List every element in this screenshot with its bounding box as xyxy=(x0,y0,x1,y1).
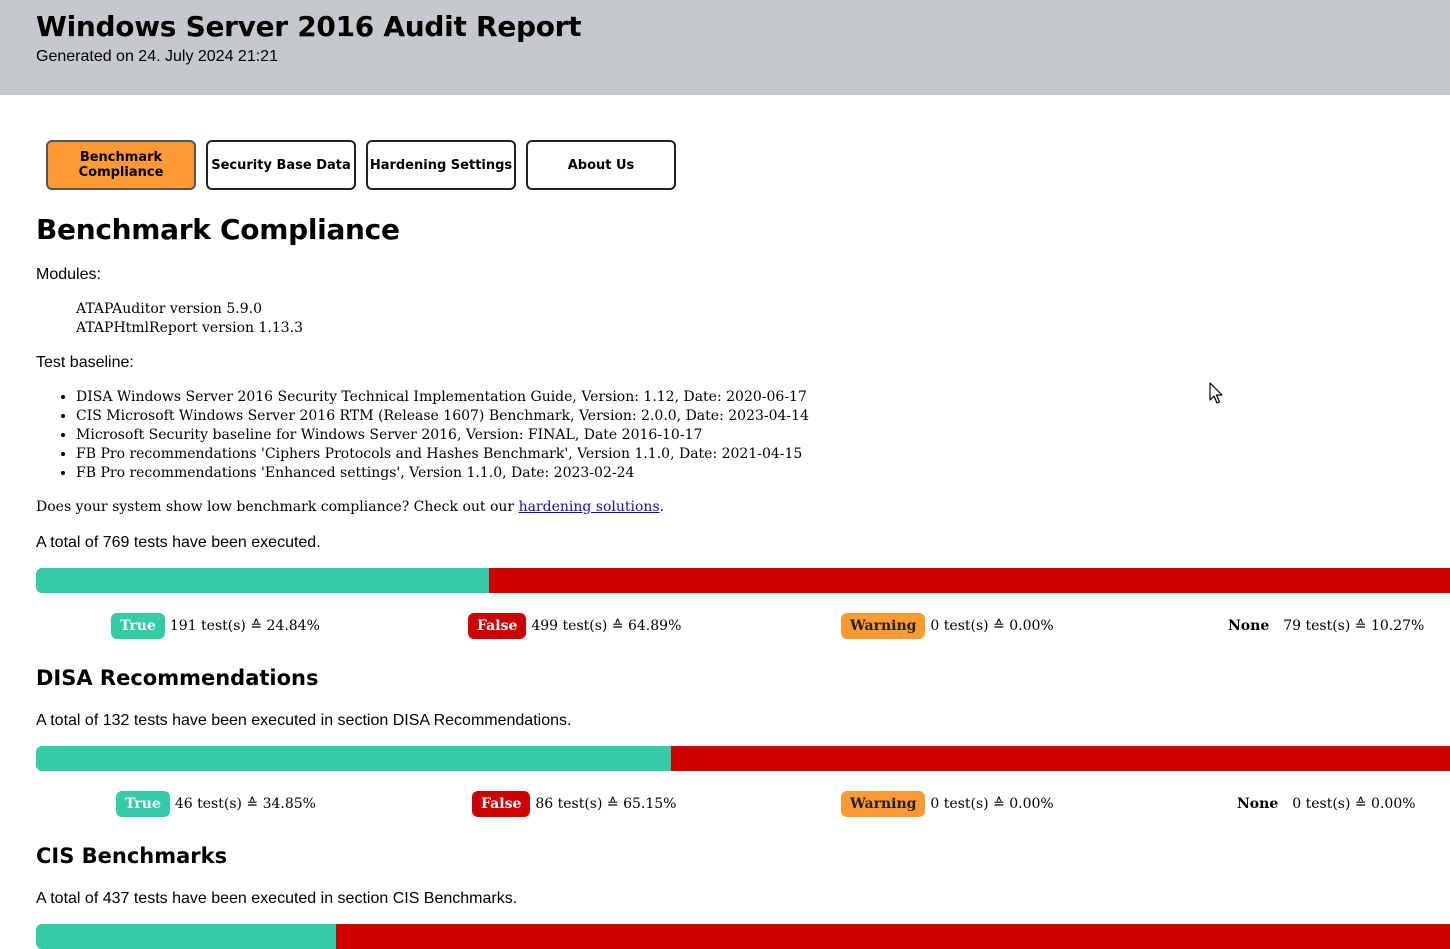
stat-value: 86 test(s) ≙ 65.15% xyxy=(535,796,677,812)
baseline-label: Test baseline: xyxy=(36,354,134,371)
baseline-item: DISA Windows Server 2016 Security Techni… xyxy=(76,388,809,407)
cis-total-text: A total of 437 tests have been executed … xyxy=(36,890,518,907)
stat-true: True 191 test(s) ≙ 24.84% xyxy=(111,613,320,639)
progress-true-segment xyxy=(36,924,337,949)
stat-none: None 79 test(s) ≙ 10.27% xyxy=(1219,613,1424,639)
module-item: ATAPAuditor version 5.9.0 xyxy=(76,301,262,317)
baseline-item: FB Pro recommendations 'Enhanced setting… xyxy=(76,464,809,483)
baseline-item: Microsoft Security baseline for Windows … xyxy=(76,426,809,445)
baseline-item: FB Pro recommendations 'Ciphers Protocol… xyxy=(76,445,809,464)
modules-list: ATAPAuditor version 5.9.0 ATAPHtmlReport… xyxy=(76,300,303,338)
false-badge: False xyxy=(468,613,527,639)
stat-none: None 0 test(s) ≙ 0.00% xyxy=(1228,791,1416,817)
overall-total-text: A total of 769 tests have been executed. xyxy=(36,534,321,551)
progress-true-segment xyxy=(36,568,489,593)
overall-progress-bar xyxy=(36,568,1450,593)
modules-label: Modules: xyxy=(36,266,101,283)
module-item: ATAPHtmlReport version 1.13.3 xyxy=(76,320,303,336)
disa-total-text: A total of 132 tests have been executed … xyxy=(36,712,572,729)
disa-progress-bar xyxy=(36,746,1450,771)
page-title: Benchmark Compliance xyxy=(36,213,400,246)
stat-false: False 499 test(s) ≙ 64.89% xyxy=(468,613,681,639)
tab-about-us[interactable]: About Us xyxy=(526,140,676,190)
mouse-cursor-icon xyxy=(1209,382,1223,404)
progress-false-segment xyxy=(488,568,1450,593)
tab-hardening-settings[interactable]: Hardening Settings xyxy=(366,140,516,190)
true-badge: True xyxy=(116,791,170,817)
hardening-suffix: . xyxy=(659,499,665,515)
false-badge: False xyxy=(472,791,531,817)
true-badge: True xyxy=(111,613,165,639)
generated-date: Generated on 24. July 2024 21:21 xyxy=(36,48,278,65)
stat-value: 79 test(s) ≙ 10.27% xyxy=(1283,618,1425,634)
report-header: Windows Server 2016 Audit Report Generat… xyxy=(0,0,1450,95)
stat-value: 0 test(s) ≙ 0.00% xyxy=(930,796,1054,812)
none-badge: None xyxy=(1228,618,1270,634)
progress-true-segment xyxy=(36,746,672,771)
hardening-solutions-link[interactable]: hardening solutions xyxy=(519,499,660,515)
stat-true: True 46 test(s) ≙ 34.85% xyxy=(116,791,316,817)
stat-false: False 86 test(s) ≙ 65.15% xyxy=(472,791,676,817)
warning-badge: Warning xyxy=(841,613,926,639)
warning-badge: Warning xyxy=(841,791,926,817)
section-title-cis: CIS Benchmarks xyxy=(36,844,228,868)
baseline-item: CIS Microsoft Windows Server 2016 RTM (R… xyxy=(76,407,809,426)
report-title: Windows Server 2016 Audit Report xyxy=(36,10,582,43)
stat-value: 0 test(s) ≙ 0.00% xyxy=(1292,796,1416,812)
stat-value: 46 test(s) ≙ 34.85% xyxy=(174,796,316,812)
baseline-list: DISA Windows Server 2016 Security Techni… xyxy=(36,388,809,483)
none-badge: None xyxy=(1237,796,1279,812)
hardening-prefix: Does your system show low benchmark comp… xyxy=(36,499,519,515)
hardening-note: Does your system show low benchmark comp… xyxy=(36,499,664,515)
stat-value: 499 test(s) ≙ 64.89% xyxy=(531,618,682,634)
cis-progress-bar xyxy=(36,924,1450,949)
progress-false-segment xyxy=(671,746,1450,771)
stat-warning: Warning 0 test(s) ≙ 0.00% xyxy=(841,791,1054,817)
stat-warning: Warning 0 test(s) ≙ 0.00% xyxy=(841,613,1054,639)
tab-benchmark-compliance[interactable]: Benchmark Compliance xyxy=(46,140,196,190)
stat-value: 0 test(s) ≙ 0.00% xyxy=(930,618,1054,634)
progress-false-segment xyxy=(336,924,1450,949)
tab-bar: Benchmark Compliance Security Base Data … xyxy=(46,140,676,190)
section-title-disa: DISA Recommendations xyxy=(36,666,319,690)
stat-value: 191 test(s) ≙ 24.84% xyxy=(169,618,320,634)
tab-security-base-data[interactable]: Security Base Data xyxy=(206,140,356,190)
